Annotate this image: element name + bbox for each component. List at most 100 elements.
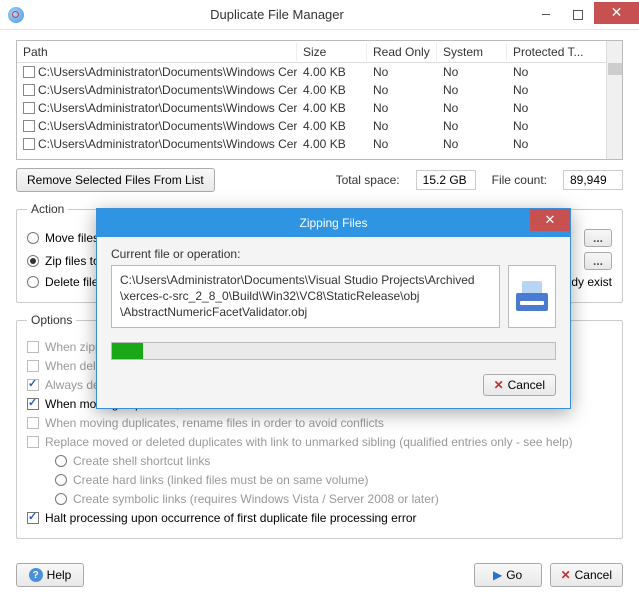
row-checkbox[interactable]	[23, 66, 35, 78]
remove-selected-button[interactable]: Remove Selected Files From List	[16, 168, 215, 192]
dialog-close-button[interactable]: ✕	[530, 209, 570, 231]
dialog-cancel-button[interactable]: ✕ Cancel	[483, 374, 556, 396]
zip-browse-button[interactable]: ...	[584, 252, 612, 270]
row-size: 4.00 KB	[297, 137, 367, 151]
row-protected: No	[507, 65, 622, 79]
current-file-path: C:\Users\Administrator\Documents\Visual …	[111, 265, 500, 328]
cancel-icon: ✕	[494, 378, 504, 392]
shell-links-label: Create shell shortcut links	[73, 454, 210, 468]
check-rename-avoid[interactable]	[27, 417, 39, 429]
cancel-label: Cancel	[575, 568, 612, 582]
always-del-label: Always del	[45, 378, 102, 392]
radio-delete[interactable]	[27, 276, 39, 288]
zipping-dialog: Zipping Files ✕ Current file or operatio…	[96, 208, 571, 409]
row-checkbox[interactable]	[23, 84, 35, 96]
hard-links-label: Create hard links (linked files must be …	[73, 473, 368, 487]
check-replace-link[interactable]	[27, 436, 39, 448]
radio-zip[interactable]	[27, 255, 39, 267]
total-space-value: 15.2 GB	[416, 170, 476, 190]
radio-shell-links[interactable]	[55, 455, 67, 467]
row-checkbox[interactable]	[23, 138, 35, 150]
col-protected[interactable]: Protected T...	[507, 43, 622, 61]
row-path: C:\Users\Administrator\Documents\Windows…	[38, 137, 297, 151]
col-size[interactable]: Size	[297, 43, 367, 61]
row-checkbox[interactable]	[23, 102, 35, 114]
radio-hard-links[interactable]	[55, 474, 67, 486]
when-del-label: When dele	[45, 359, 102, 373]
help-label: Help	[47, 568, 72, 582]
check-when-zip[interactable]	[27, 341, 39, 353]
row-path: C:\Users\Administrator\Documents\Windows…	[38, 119, 297, 133]
radio-move-label: Move files	[45, 231, 99, 245]
row-size: 4.00 KB	[297, 65, 367, 79]
row-path: C:\Users\Administrator\Documents\Windows…	[38, 101, 297, 115]
row-protected: No	[507, 83, 622, 97]
row-path: C:\Users\Administrator\Documents\Windows…	[38, 65, 297, 79]
row-readonly: No	[367, 83, 437, 97]
cancel-button[interactable]: ✕ Cancel	[550, 563, 623, 587]
check-when-del[interactable]	[27, 360, 39, 372]
progress-bar	[111, 342, 556, 360]
already-exist-text: dy exist	[571, 275, 612, 289]
row-size: 4.00 KB	[297, 119, 367, 133]
move-browse-button[interactable]: ...	[584, 229, 612, 247]
printer-icon	[516, 281, 548, 311]
row-system: No	[437, 101, 507, 115]
table-row[interactable]: C:\Users\Administrator\Documents\Windows…	[17, 117, 622, 135]
row-system: No	[437, 65, 507, 79]
help-button[interactable]: ? Help	[16, 563, 84, 587]
row-size: 4.00 KB	[297, 101, 367, 115]
app-icon	[8, 7, 24, 23]
row-readonly: No	[367, 65, 437, 79]
file-count-label: File count:	[492, 173, 547, 187]
table-row[interactable]: C:\Users\Administrator\Documents\Windows…	[17, 99, 622, 117]
close-button[interactable]: ✕	[594, 2, 639, 24]
dialog-titlebar[interactable]: Zipping Files ✕	[97, 209, 570, 237]
check-retain-folder[interactable]	[27, 398, 39, 410]
maximize-button[interactable]	[562, 4, 594, 26]
row-system: No	[437, 137, 507, 151]
help-icon: ?	[29, 568, 43, 582]
total-space-label: Total space:	[336, 173, 400, 187]
toolbar: Remove Selected Files From List Total sp…	[16, 168, 623, 192]
check-halt-error[interactable]	[27, 512, 39, 524]
dialog-cancel-label: Cancel	[508, 378, 545, 392]
file-table[interactable]: Path Size Read Only System Protected T..…	[16, 40, 623, 160]
row-protected: No	[507, 137, 622, 151]
check-always-del[interactable]	[27, 379, 39, 391]
titlebar: Duplicate File Manager ✕	[0, 0, 639, 30]
row-checkbox[interactable]	[23, 120, 35, 132]
progress-fill	[112, 343, 143, 359]
table-row[interactable]: C:\Users\Administrator\Documents\Windows…	[17, 135, 622, 153]
replace-link-label: Replace moved or deleted duplicates with…	[45, 435, 573, 449]
bottom-bar: ? Help ▶ Go ✕ Cancel	[16, 563, 623, 587]
table-row[interactable]: C:\Users\Administrator\Documents\Windows…	[17, 63, 622, 81]
action-legend: Action	[27, 202, 68, 216]
radio-move[interactable]	[27, 232, 39, 244]
operation-icon-box	[508, 265, 556, 328]
radio-symbolic-links[interactable]	[55, 493, 67, 505]
cancel-icon: ✕	[561, 568, 571, 582]
row-system: No	[437, 83, 507, 97]
table-scrollbar[interactable]	[606, 41, 622, 159]
go-label: Go	[506, 568, 522, 582]
go-button[interactable]: ▶ Go	[474, 563, 542, 587]
col-readonly[interactable]: Read Only	[367, 43, 437, 61]
file-count-value: 89,949	[563, 170, 623, 190]
row-protected: No	[507, 101, 622, 115]
col-path[interactable]: Path	[17, 43, 297, 61]
symbolic-links-label: Create symbolic links (requires Windows …	[73, 492, 439, 506]
col-system[interactable]: System	[437, 43, 507, 61]
row-readonly: No	[367, 119, 437, 133]
halt-error-label: Halt processing upon occurrence of first…	[45, 511, 417, 525]
row-readonly: No	[367, 101, 437, 115]
rename-avoid-label: When moving duplicates, rename files in …	[45, 416, 384, 430]
table-row[interactable]: C:\Users\Administrator\Documents\Windows…	[17, 81, 622, 99]
row-protected: No	[507, 119, 622, 133]
minimize-button[interactable]	[530, 4, 562, 26]
radio-zip-label: Zip files to:	[45, 254, 103, 268]
table-header: Path Size Read Only System Protected T..…	[17, 41, 622, 63]
window-title: Duplicate File Manager	[24, 7, 530, 22]
play-icon: ▶	[493, 568, 502, 582]
options-legend: Options	[27, 313, 76, 327]
